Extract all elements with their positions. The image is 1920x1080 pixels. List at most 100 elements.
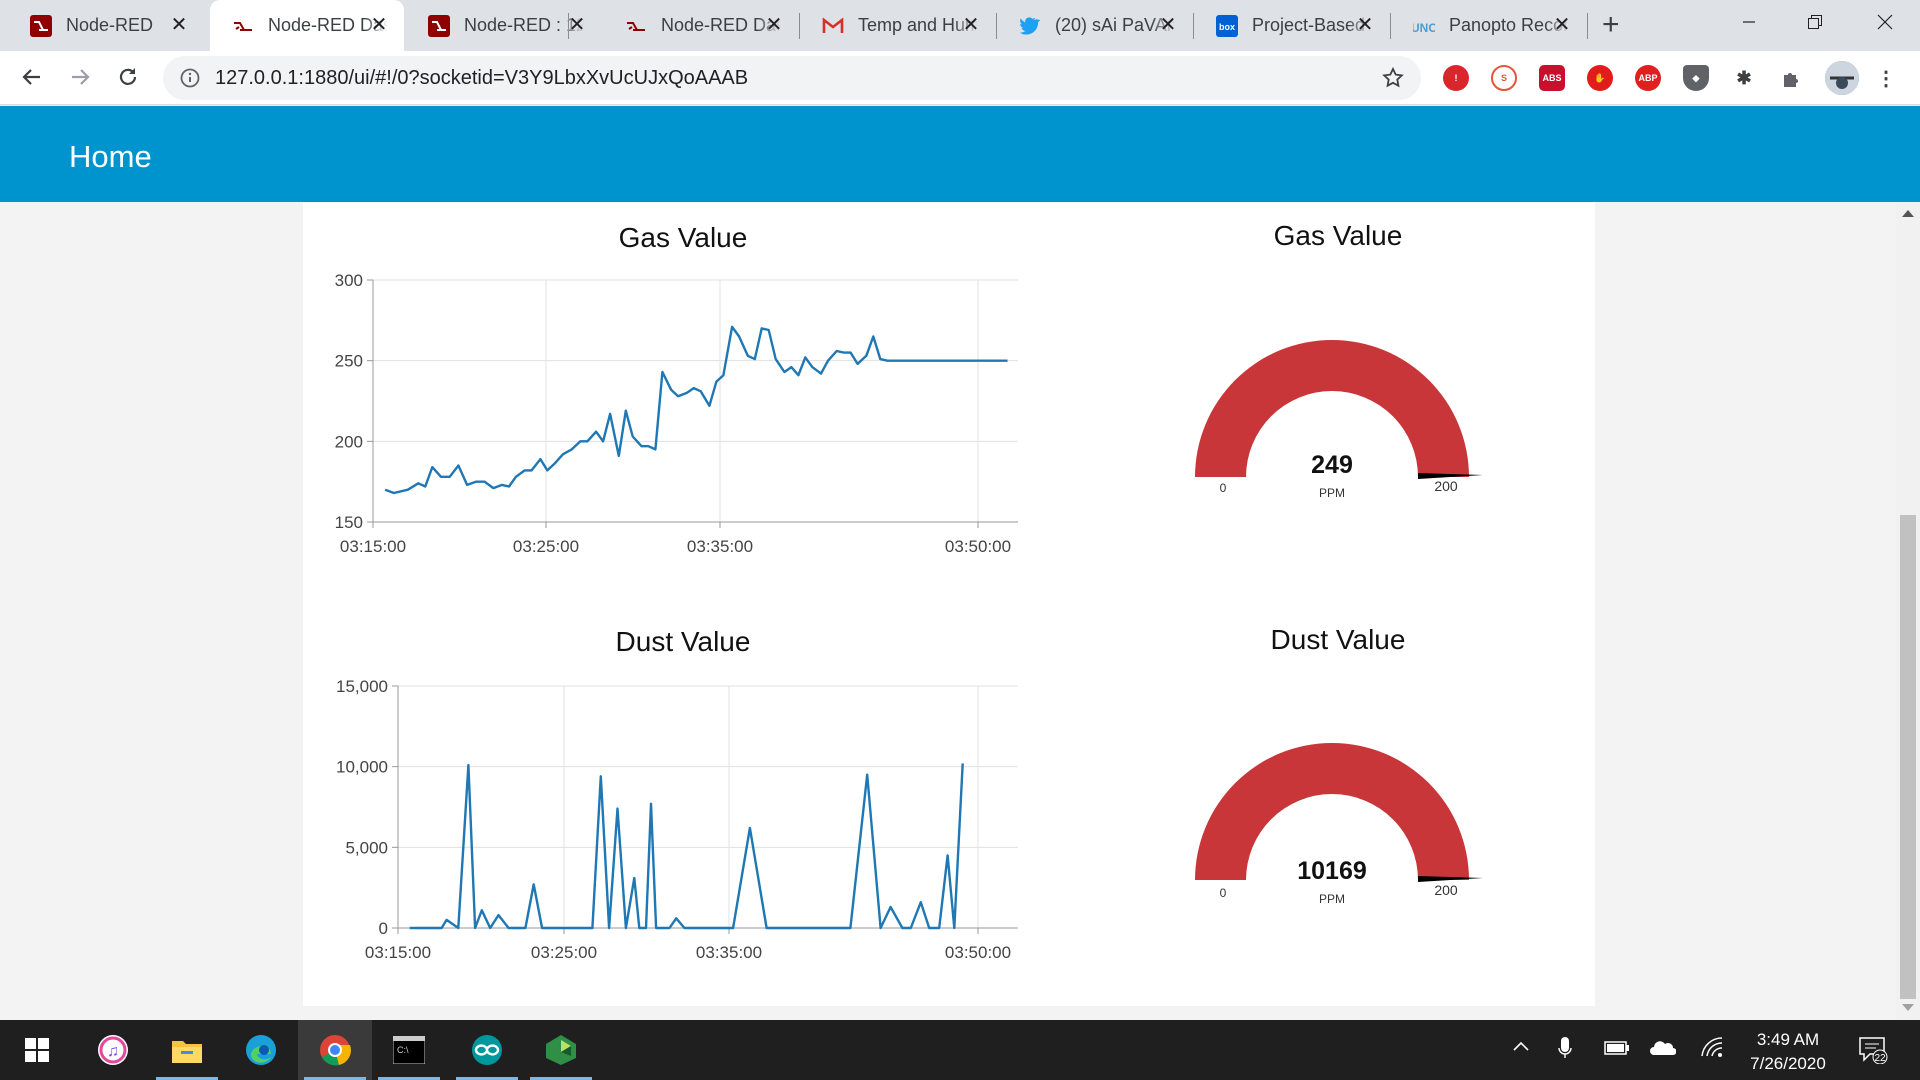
start-button[interactable] bbox=[0, 1020, 74, 1080]
x-tick-label: 03:25:00 bbox=[531, 943, 597, 962]
scroll-down-icon[interactable] bbox=[1902, 1004, 1914, 1011]
close-tab-icon[interactable]: ✕ bbox=[368, 14, 390, 36]
close-tab-icon[interactable]: ✕ bbox=[168, 14, 190, 36]
x-tick-label: 03:35:00 bbox=[687, 537, 753, 556]
gmail-icon bbox=[822, 15, 844, 37]
stop-icon[interactable]: ✋ bbox=[1587, 65, 1613, 91]
forward-icon[interactable] bbox=[62, 59, 98, 95]
box-icon: box bbox=[1216, 14, 1238, 37]
browser-tab[interactable]: Temp and Humidity ✕ bbox=[800, 0, 996, 51]
browser-tab[interactable]: Node-RED Dashboard ✕ bbox=[603, 0, 799, 51]
browser-tab[interactable]: Node-RED : 127.0.0.1 ✕ bbox=[406, 0, 602, 51]
edge-icon[interactable] bbox=[224, 1020, 298, 1080]
close-window-icon[interactable] bbox=[1852, 0, 1918, 44]
close-tab-icon[interactable]: ✕ bbox=[1157, 14, 1179, 36]
gauge-units: PPM bbox=[1319, 892, 1345, 906]
unc-icon: UNC bbox=[1413, 15, 1435, 37]
url-text: 127.0.0.1:1880/ui/#!/0?socketid=V3Y9LbxX… bbox=[215, 66, 749, 89]
shield-icon[interactable]: ◆ bbox=[1683, 65, 1709, 91]
gas-gauge-title: Gas Value bbox=[1273, 220, 1403, 251]
gas-gauge: 249 PPM 0 200 bbox=[1195, 340, 1483, 500]
extension-b-icon[interactable]: S bbox=[1491, 65, 1517, 91]
x-tick-label: 03:15:00 bbox=[365, 943, 431, 962]
dust-gauge-title: Dust Value bbox=[1270, 624, 1406, 655]
tray-chevron-icon[interactable] bbox=[1512, 1038, 1530, 1061]
y-tick-label: 15,000 bbox=[336, 677, 388, 696]
dashboard-group-card: Gas Value 150 200 250 300 03:15:00 03:25:00 03… bbox=[303, 202, 1595, 1006]
abs-icon[interactable]: ABS bbox=[1539, 65, 1565, 91]
close-tab-icon[interactable]: ✕ bbox=[566, 14, 588, 36]
arduino-icon[interactable] bbox=[450, 1020, 524, 1080]
battery-icon[interactable] bbox=[1604, 1039, 1630, 1062]
reload-icon[interactable] bbox=[110, 59, 146, 95]
address-bar[interactable]: 127.0.0.1:1880/ui/#!/0?socketid=V3Y9LbxX… bbox=[163, 56, 1421, 100]
adblock-icon[interactable]: ABP bbox=[1635, 65, 1661, 91]
wifi-icon[interactable] bbox=[1700, 1036, 1724, 1063]
windows-logo-icon bbox=[25, 1038, 49, 1062]
y-tick-label: 150 bbox=[335, 513, 363, 532]
bookmark-star-icon[interactable] bbox=[1381, 66, 1405, 90]
menu-icon[interactable]: ⋮ bbox=[1873, 65, 1899, 91]
file-explorer-icon[interactable] bbox=[150, 1020, 224, 1080]
gauge-value: 10169 bbox=[1297, 857, 1367, 885]
close-tab-icon[interactable]: ✕ bbox=[763, 14, 785, 36]
bug-icon[interactable]: ✱ bbox=[1731, 65, 1757, 91]
windows-taskbar: ♫ C:\ 3:49 AM 7/26/2020 22 bbox=[0, 1020, 1920, 1080]
gauge-min: 0 bbox=[1220, 481, 1227, 495]
page-scrollbar[interactable] bbox=[1896, 202, 1920, 1020]
x-tick-label: 03:50:00 bbox=[945, 943, 1011, 962]
microphone-icon[interactable] bbox=[1558, 1036, 1572, 1065]
close-tab-icon[interactable]: ✕ bbox=[960, 14, 982, 36]
browser-tab-strip: Node-RED ✕ Node-RED Dashboard ✕ Node-RED… bbox=[0, 0, 1920, 51]
page-title: Home bbox=[69, 139, 152, 174]
gauge-max: 200 bbox=[1434, 882, 1458, 898]
x-tick-label: 03:25:00 bbox=[513, 537, 579, 556]
series-line bbox=[409, 763, 964, 930]
svg-text:♫: ♫ bbox=[107, 1043, 119, 1060]
y-tick-label: 0 bbox=[379, 919, 388, 938]
close-tab-icon[interactable]: ✕ bbox=[1354, 14, 1376, 36]
dust-value-chart: 0 5,000 10,000 15,000 03:15:00 03:25:00 03:35:… bbox=[336, 677, 1018, 962]
info-icon[interactable] bbox=[179, 67, 201, 89]
minimize-icon[interactable] bbox=[1716, 0, 1782, 44]
dashboard-content: Gas Value 150 200 250 300 03:15:00 03:25:00 03… bbox=[0, 202, 1896, 1020]
chrome-icon[interactable] bbox=[298, 1020, 372, 1080]
scroll-thumb[interactable] bbox=[1900, 515, 1916, 999]
itunes-icon[interactable]: ♫ bbox=[76, 1020, 150, 1080]
dust-chart-title: Dust Value bbox=[615, 626, 751, 657]
dust-gauge: 10169 PPM 0 200 bbox=[1195, 743, 1483, 906]
taskbar-clock[interactable]: 3:49 AM 7/26/2020 bbox=[1740, 1028, 1836, 1076]
browser-tab-active[interactable]: Node-RED Dashboard ✕ bbox=[210, 0, 404, 51]
twitter-icon bbox=[1019, 15, 1041, 37]
restore-icon[interactable] bbox=[1782, 0, 1848, 44]
x-tick-label: 03:35:00 bbox=[696, 943, 762, 962]
gas-chart-title: Gas Value bbox=[618, 222, 748, 253]
svg-text:box: box bbox=[1219, 22, 1235, 32]
clock-time: 3:49 AM bbox=[1756, 1030, 1820, 1049]
extension-a-icon[interactable]: ! bbox=[1443, 65, 1469, 91]
pycharm-icon[interactable] bbox=[524, 1020, 598, 1080]
node-red-icon bbox=[30, 14, 52, 37]
y-tick-label: 200 bbox=[335, 432, 363, 451]
terminal-icon[interactable]: C:\ bbox=[372, 1020, 446, 1080]
node-red-icon bbox=[428, 14, 450, 37]
puzzle-icon[interactable] bbox=[1779, 65, 1805, 91]
browser-tab[interactable]: box Project-Based ✕ bbox=[1194, 0, 1390, 51]
profile-avatar[interactable] bbox=[1825, 61, 1859, 95]
gauge-max: 200 bbox=[1434, 478, 1458, 494]
new-tab-button[interactable]: + bbox=[1602, 10, 1620, 40]
gauge-units: PPM bbox=[1319, 486, 1345, 500]
svg-text:C:\: C:\ bbox=[397, 1045, 409, 1055]
onedrive-icon[interactable] bbox=[1650, 1040, 1677, 1061]
gauge-value: 249 bbox=[1311, 451, 1353, 479]
back-icon[interactable] bbox=[14, 59, 50, 95]
notifications-icon[interactable]: 22 bbox=[1858, 1036, 1888, 1069]
svg-text:22: 22 bbox=[1874, 1053, 1886, 1064]
browser-tab[interactable]: (20) sAi PaVAn ✕ bbox=[997, 0, 1193, 51]
y-tick-label: 5,000 bbox=[345, 838, 388, 857]
browser-tab[interactable]: Node-RED ✕ bbox=[8, 0, 204, 51]
gas-value-chart: 150 200 250 300 03:15:00 03:25:00 03:35:00 03:5… bbox=[335, 271, 1018, 556]
browser-tab[interactable]: UNC Panopto Recorder ✕ bbox=[1391, 0, 1587, 51]
scroll-up-icon[interactable] bbox=[1902, 210, 1914, 217]
close-tab-icon[interactable]: ✕ bbox=[1551, 14, 1573, 36]
